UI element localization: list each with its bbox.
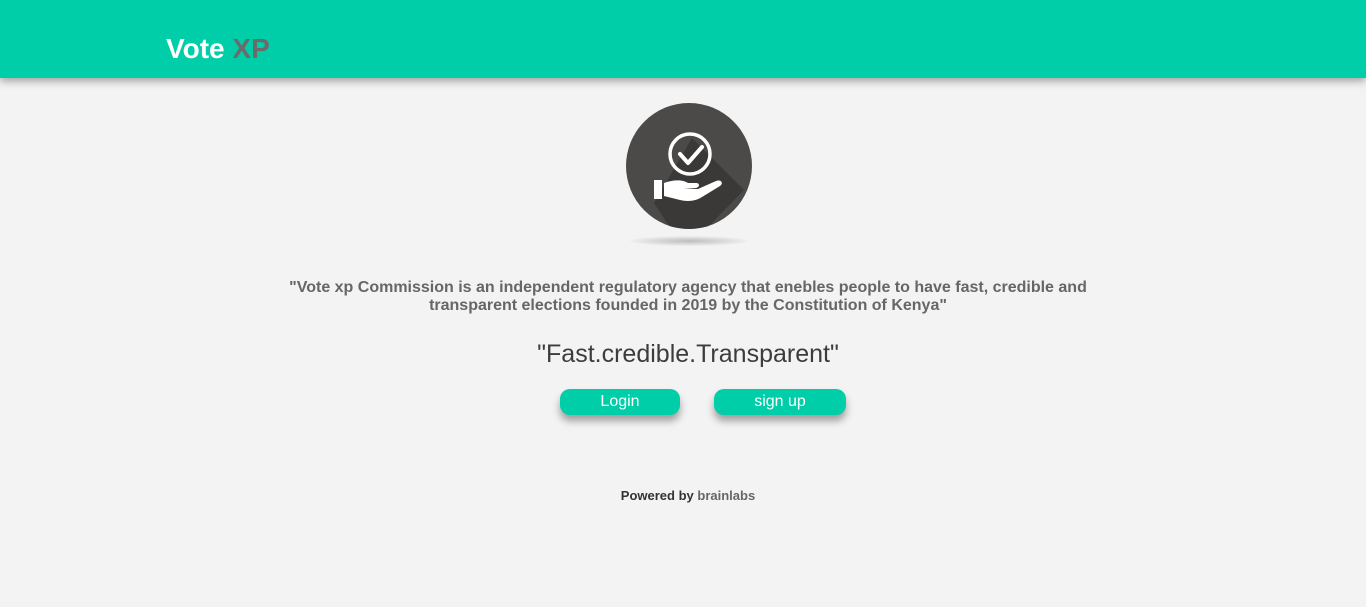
top-navbar: Vote XP [0, 0, 1366, 78]
brand-name: Vote [166, 33, 225, 64]
logo-shadow [630, 236, 748, 246]
hand-with-checkmark-icon [626, 103, 752, 229]
tagline: "Fast.credible.Transparent" [537, 340, 839, 368]
powered-by-label: Powered by [620, 488, 694, 503]
sign-up-button[interactable]: sign up [714, 389, 846, 415]
brainlabs-link[interactable]: brainlabs [697, 488, 755, 503]
commission-description: "Vote xp Commission is an independent re… [289, 279, 1087, 314]
brand-logo-text[interactable]: Vote XP [166, 33, 270, 65]
brand-accent: XP [232, 33, 270, 64]
login-button[interactable]: Login [560, 389, 680, 415]
footer-credit: Powered by brainlabs [483, 488, 893, 504]
